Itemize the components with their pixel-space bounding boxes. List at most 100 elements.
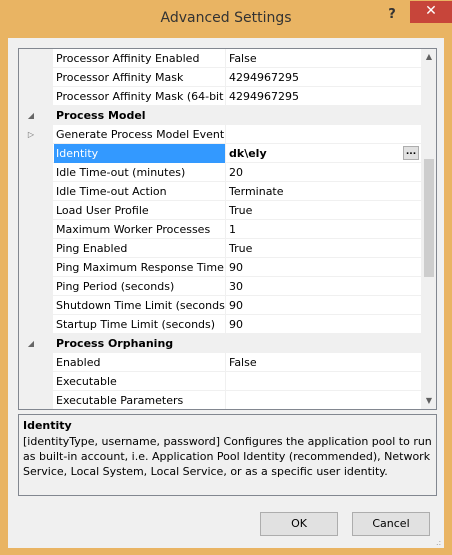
category-row[interactable]: ◢ Process Orphaning: [19, 334, 421, 353]
property-name: Processor Affinity Mask (64-bit c: [54, 87, 226, 106]
row-gutter: [19, 87, 53, 106]
property-value[interactable]: 30: [227, 277, 421, 296]
property-name: Executable: [54, 372, 226, 391]
row-gutter: [19, 315, 53, 334]
category-name: Process Orphaning: [56, 337, 174, 350]
property-value[interactable]: 20: [227, 163, 421, 182]
property-name: Ping Period (seconds): [54, 277, 226, 296]
row-gutter: [19, 372, 53, 391]
row-gutter: [19, 144, 53, 163]
property-value[interactable]: 90: [227, 315, 421, 334]
property-value-text: False: [229, 52, 257, 65]
property-value-text: False: [229, 356, 257, 369]
row-gutter: [19, 68, 53, 87]
property-row[interactable]: Identity dk\ely...: [19, 144, 421, 163]
help-button[interactable]: ?: [379, 4, 405, 26]
property-row[interactable]: Startup Time Limit (seconds) 90: [19, 315, 421, 334]
title-bar[interactable]: Advanced Settings ? ✕: [0, 0, 452, 38]
row-gutter: ◢: [19, 334, 53, 353]
scrollbar-thumb[interactable]: [424, 159, 434, 277]
property-name: Identity: [54, 144, 226, 163]
property-row[interactable]: Shutdown Time Limit (seconds) 90: [19, 296, 421, 315]
property-value-text: True: [229, 242, 253, 255]
property-value[interactable]: Terminate: [227, 182, 421, 201]
property-row[interactable]: Processor Affinity Enabled False: [19, 49, 421, 68]
property-name: Enabled: [54, 353, 226, 372]
property-row[interactable]: Ping Maximum Response Time (90: [19, 258, 421, 277]
property-name: Processor Affinity Enabled: [54, 49, 226, 68]
property-row[interactable]: Idle Time-out Action Terminate: [19, 182, 421, 201]
row-gutter: [19, 182, 53, 201]
row-gutter: [19, 258, 53, 277]
property-name: Ping Enabled: [54, 239, 226, 258]
row-gutter: [19, 163, 53, 182]
property-row[interactable]: Enabled False: [19, 353, 421, 372]
property-name: Idle Time-out Action: [54, 182, 226, 201]
property-row[interactable]: Processor Affinity Mask (64-bit c 4294967…: [19, 87, 421, 106]
property-value[interactable]: True: [227, 201, 421, 220]
row-gutter: [19, 49, 53, 68]
property-value[interactable]: False: [227, 49, 421, 68]
property-row[interactable]: Load User Profile True: [19, 201, 421, 220]
collapse-arrow-icon[interactable]: ◢: [26, 334, 36, 353]
ellipsis-button[interactable]: ...: [403, 146, 419, 160]
property-value-text: 30: [229, 280, 243, 293]
property-value-text: True: [229, 204, 253, 217]
ok-button[interactable]: OK: [260, 512, 338, 536]
property-grid: Processor Affinity Enabled False Processor…: [18, 48, 437, 410]
property-value[interactable]: [227, 372, 421, 391]
close-button[interactable]: ✕: [410, 1, 452, 23]
category-row[interactable]: ◢ Process Model: [19, 106, 421, 125]
property-name: Ping Maximum Response Time (: [54, 258, 226, 277]
category-name: Process Model: [56, 109, 146, 122]
property-name: Generate Process Model Event L: [54, 125, 226, 144]
property-name: Idle Time-out (minutes): [54, 163, 226, 182]
property-value[interactable]: 4294967295: [227, 87, 421, 106]
scroll-up-arrow-icon[interactable]: ▲: [421, 49, 436, 65]
property-name: Startup Time Limit (seconds): [54, 315, 226, 334]
expand-arrow-icon[interactable]: ▷: [26, 125, 36, 144]
property-value-text: dk\ely: [229, 147, 267, 160]
resize-grip-icon[interactable]: .:: [436, 538, 446, 548]
property-grid-rows: Processor Affinity Enabled False Processor…: [19, 49, 421, 409]
property-row[interactable]: Processor Affinity Mask 4294967295: [19, 68, 421, 87]
property-value[interactable]: [227, 391, 421, 409]
scroll-down-arrow-icon[interactable]: ▼: [421, 393, 436, 409]
property-value-text: 4294967295: [229, 90, 299, 103]
row-gutter: [19, 296, 53, 315]
row-gutter: ▷: [19, 125, 53, 144]
property-value[interactable]: True: [227, 239, 421, 258]
property-row[interactable]: Ping Period (seconds) 30: [19, 277, 421, 296]
vertical-scrollbar[interactable]: ▲ ▼: [421, 49, 436, 409]
property-row[interactable]: Ping Enabled True: [19, 239, 421, 258]
property-row[interactable]: ▷ Generate Process Model Event L: [19, 125, 421, 144]
property-value[interactable]: 90: [227, 258, 421, 277]
property-name: Shutdown Time Limit (seconds): [54, 296, 226, 315]
property-name: Load User Profile: [54, 201, 226, 220]
property-row[interactable]: Maximum Worker Processes 1: [19, 220, 421, 239]
description-panel: Identity [identityType, username, passwo…: [18, 414, 437, 496]
property-value-text: 1: [229, 223, 236, 236]
cancel-button[interactable]: Cancel: [352, 512, 430, 536]
property-value-text: Terminate: [229, 185, 284, 198]
property-value[interactable]: 1: [227, 220, 421, 239]
collapse-arrow-icon[interactable]: ◢: [26, 106, 36, 125]
property-value[interactable]: dk\ely...: [227, 144, 421, 163]
property-name: Maximum Worker Processes: [54, 220, 226, 239]
row-gutter: [19, 391, 53, 409]
property-value-text: 4294967295: [229, 71, 299, 84]
property-value[interactable]: 4294967295: [227, 68, 421, 87]
property-row[interactable]: Executable: [19, 372, 421, 391]
property-value[interactable]: [227, 125, 421, 144]
property-row[interactable]: Executable Parameters: [19, 391, 421, 409]
property-value[interactable]: False: [227, 353, 421, 372]
property-row[interactable]: Idle Time-out (minutes) 20: [19, 163, 421, 182]
property-name: Processor Affinity Mask: [54, 68, 226, 87]
row-gutter: [19, 220, 53, 239]
property-value-text: 20: [229, 166, 243, 179]
row-gutter: [19, 277, 53, 296]
property-name: Executable Parameters: [54, 391, 226, 409]
property-value[interactable]: 90: [227, 296, 421, 315]
description-text: [identityType, username, password] Confi…: [23, 435, 432, 478]
row-gutter: [19, 353, 53, 372]
